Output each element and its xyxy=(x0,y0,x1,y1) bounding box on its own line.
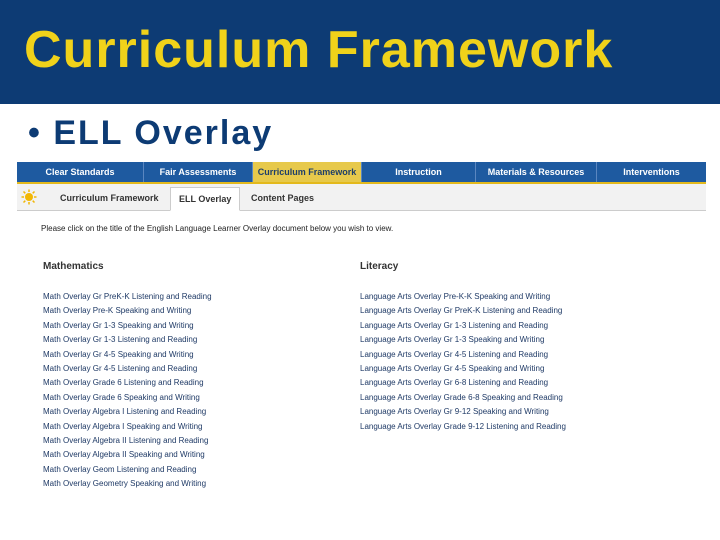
mathematics-links: Math Overlay Gr PreK-K Listening and Rea… xyxy=(43,290,212,491)
math-link[interactable]: Math Overlay Pre-K Speaking and Writing xyxy=(43,304,212,318)
nav-curriculum-framework[interactable]: Curriculum Framework xyxy=(253,162,362,182)
literacy-link[interactable]: Language Arts Overlay Gr PreK-K Listenin… xyxy=(360,304,566,318)
nav-materials-resources[interactable]: Materials & Resources xyxy=(476,162,597,182)
math-link[interactable]: Math Overlay Geometry Speaking and Writi… xyxy=(43,477,212,491)
literacy-link[interactable]: Language Arts Overlay Gr 6-8 Listening a… xyxy=(360,376,566,390)
math-link[interactable]: Math Overlay Geom Listening and Reading xyxy=(43,463,212,477)
literacy-link[interactable]: Language Arts Overlay Gr 1-3 Listening a… xyxy=(360,319,566,333)
tab-content-pages[interactable]: Content Pages xyxy=(243,187,322,209)
nav-clear-standards[interactable]: Clear Standards xyxy=(17,162,144,182)
math-link[interactable]: Math Overlay Algebra I Listening and Rea… xyxy=(43,405,212,419)
literacy-link[interactable]: Language Arts Overlay Gr 1-3 Speaking an… xyxy=(360,333,566,347)
tab-ell-overlay[interactable]: ELL Overlay xyxy=(170,187,241,211)
math-link[interactable]: Math Overlay Grade 6 Speaking and Writin… xyxy=(43,391,212,405)
nav-instruction[interactable]: Instruction xyxy=(362,162,476,182)
sun-logo-icon xyxy=(21,189,37,205)
math-link[interactable]: Math Overlay Algebra II Speaking and Wri… xyxy=(43,448,212,462)
literacy-link[interactable]: Language Arts Overlay Gr 4-5 Speaking an… xyxy=(360,362,566,376)
math-link[interactable]: Math Overlay Grade 6 Listening and Readi… xyxy=(43,376,212,390)
math-link[interactable]: Math Overlay Gr 1-3 Listening and Readin… xyxy=(43,333,212,347)
slide-title-bar: Curriculum Framework xyxy=(0,0,720,104)
literacy-link[interactable]: Language Arts Overlay Grade 9-12 Listeni… xyxy=(360,420,566,434)
tab-curriculum-framework[interactable]: Curriculum Framework xyxy=(52,187,167,209)
literacy-link[interactable]: Language Arts Overlay Gr 4-5 Listening a… xyxy=(360,348,566,362)
primary-nav: Clear Standards Fair Assessments Curricu… xyxy=(17,162,706,184)
slide-title: Curriculum Framework xyxy=(24,21,614,79)
math-link[interactable]: Math Overlay Algebra I Speaking and Writ… xyxy=(43,420,212,434)
literacy-heading: Literacy xyxy=(360,261,399,272)
math-link[interactable]: Math Overlay Gr PreK-K Listening and Rea… xyxy=(43,290,212,304)
nav-interventions[interactable]: Interventions xyxy=(597,162,706,182)
slide-bullet: • ELL Overlay xyxy=(28,114,274,152)
math-link[interactable]: Math Overlay Gr 4-5 Speaking and Writing xyxy=(43,348,212,362)
website-screenshot: Clear Standards Fair Assessments Curricu… xyxy=(17,162,706,502)
instruction-text: Please click on the title of the English… xyxy=(41,224,394,233)
nav-fair-assessments[interactable]: Fair Assessments xyxy=(144,162,253,182)
literacy-link[interactable]: Language Arts Overlay Pre-K-K Speaking a… xyxy=(360,290,566,304)
literacy-link[interactable]: Language Arts Overlay Gr 9-12 Speaking a… xyxy=(360,405,566,419)
literacy-link[interactable]: Language Arts Overlay Grade 6-8 Speaking… xyxy=(360,391,566,405)
math-link[interactable]: Math Overlay Gr 1-3 Speaking and Writing xyxy=(43,319,212,333)
literacy-links: Language Arts Overlay Pre-K-K Speaking a… xyxy=(360,290,566,434)
math-link[interactable]: Math Overlay Gr 4-5 Listening and Readin… xyxy=(43,362,212,376)
secondary-nav: Curriculum Framework ELL Overlay Content… xyxy=(17,184,706,211)
math-link[interactable]: Math Overlay Algebra II Listening and Re… xyxy=(43,434,212,448)
mathematics-heading: Mathematics xyxy=(43,261,104,272)
